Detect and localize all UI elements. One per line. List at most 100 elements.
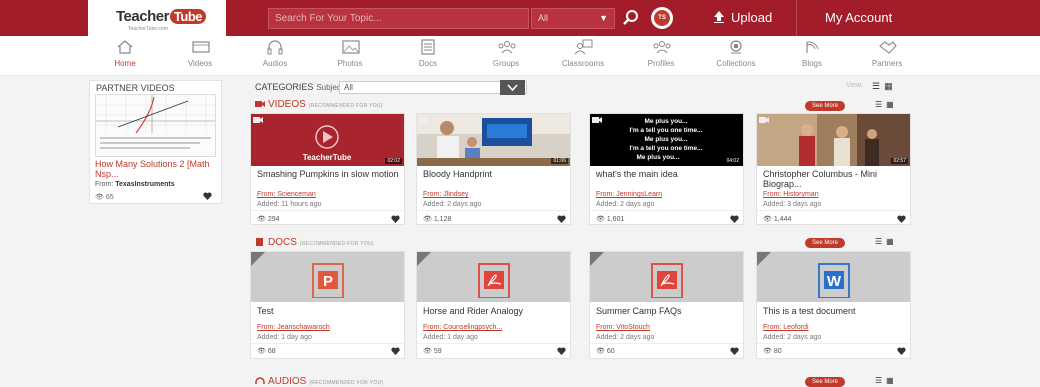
search-filter-select[interactable]: All ▼ (531, 8, 615, 29)
heart-icon[interactable] (730, 347, 739, 355)
word-letter: W (827, 273, 842, 290)
author-link[interactable]: From: Jeanschawaroch (257, 324, 330, 331)
video-thumbnail[interactable]: Me plus you... I'm a tell you one time..… (590, 114, 743, 166)
doc-thumbnail[interactable] (590, 252, 743, 302)
powerpoint-letter: P (323, 273, 333, 290)
doc-corner-tag (417, 252, 431, 266)
doc-card[interactable]: P Test From: Jeanschawaroch Added: 1 day… (250, 251, 405, 359)
card-divider (251, 210, 404, 211)
video-card[interactable]: TeacherTube 02:02 Smashing Pumpkins in s… (250, 113, 405, 225)
video-thumbnail[interactable]: 02:57 (757, 114, 910, 166)
doc-corner-tag (590, 252, 604, 266)
video-title[interactable]: what's the main idea (596, 169, 738, 179)
video-title[interactable]: Christopher Columbus - Mini Biograp... (763, 169, 905, 189)
classroom-photo (417, 114, 570, 166)
author-link[interactable]: From: VitoStouch (596, 324, 650, 331)
blogs-icon (806, 41, 819, 53)
nav-label: Classrooms (561, 59, 605, 68)
video-thumbnail[interactable]: 01:06 (417, 114, 570, 166)
subject-select[interactable]: All (339, 81, 527, 94)
doc-title[interactable]: This is a test document (763, 306, 856, 316)
docs-see-more-button[interactable]: See More (805, 238, 845, 248)
doc-thumbnail[interactable]: P (251, 252, 404, 302)
author-link[interactable]: From: Counselingpsych... (423, 324, 502, 331)
thumbnail-brand-text: TeacherTube (303, 153, 352, 162)
video-title[interactable]: Bloody Handprint (423, 169, 565, 179)
nav-classrooms[interactable]: Classrooms (553, 36, 613, 76)
view-count: 👁 1,601 (596, 216, 625, 223)
author-link[interactable]: From: Jlindsey (423, 191, 469, 198)
nav-photos[interactable]: Photos (320, 36, 380, 76)
search-icon[interactable] (622, 9, 640, 27)
doc-card[interactable]: Horse and Rider Analogy From: Counseling… (416, 251, 571, 359)
audios-see-more-button[interactable]: See More (805, 377, 845, 387)
nav-profiles[interactable]: Profiles (631, 36, 691, 76)
added-date: Added: 2 days ago (763, 334, 822, 341)
partner-video-title-link[interactable]: How Many Solutions 2 [Math Nsp... (95, 159, 217, 179)
audios-view-toggle[interactable]: ☰▦ (875, 376, 898, 385)
search-input[interactable]: Search For Your Topic... (268, 8, 529, 29)
heart-icon[interactable] (391, 215, 400, 223)
view-label: View: (846, 82, 863, 89)
upload-button[interactable]: Upload (713, 10, 772, 25)
videos-section-title: VIDEOS (RECOMMENDED FOR YOU) (255, 99, 383, 110)
nav-groups[interactable]: Groups (476, 36, 536, 76)
heart-icon[interactable] (897, 347, 906, 355)
logo-tube: Tube (169, 9, 207, 24)
video-camera-icon (419, 117, 429, 123)
doc-title[interactable]: Horse and Rider Analogy (423, 306, 523, 316)
video-thumbnail[interactable]: TeacherTube 02:02 (251, 114, 404, 166)
home-icon (117, 40, 133, 54)
doc-thumbnail[interactable] (417, 252, 570, 302)
logo[interactable]: Teacher Tube TeacherTube.com (88, 0, 226, 36)
nav-blogs[interactable]: Blogs (782, 36, 842, 76)
view-toggle[interactable]: ☰▦ (872, 81, 897, 92)
partner-video-thumbnail[interactable] (95, 94, 216, 157)
author-link[interactable]: From: JenningsLearn (596, 191, 662, 198)
videos-view-toggle[interactable]: ☰▦ (875, 100, 898, 109)
author-link[interactable]: From: Historyman (763, 191, 819, 198)
nav-home[interactable]: Home (95, 36, 155, 76)
doc-title[interactable]: Summer Camp FAQs (596, 306, 682, 316)
added-date: Added: 11 hours ago (257, 201, 322, 208)
subject-dropdown-button[interactable] (500, 80, 525, 95)
heart-icon[interactable] (203, 192, 212, 200)
duration-badge: 02:57 (891, 158, 908, 164)
recommended-label: (RECOMMENDED FOR YOU) (309, 380, 384, 386)
video-camera-icon (759, 117, 769, 123)
heart-icon[interactable] (557, 347, 566, 355)
upload-label: Upload (731, 10, 773, 25)
heart-icon[interactable] (897, 215, 906, 223)
video-card[interactable]: Me plus you... I'm a tell you one time..… (589, 113, 744, 225)
author-link[interactable]: From: Scienceman (257, 191, 316, 198)
heart-icon[interactable] (557, 215, 566, 223)
main-nav: Home Videos Audios Photos Docs Groups Cl… (0, 36, 1040, 76)
doc-card[interactable]: Summer Camp FAQs From: VitoStouch Added:… (589, 251, 744, 359)
nav-collections[interactable]: Collections (706, 36, 766, 76)
document-icon (256, 238, 263, 246)
nav-videos[interactable]: Videos (170, 36, 230, 76)
doc-corner-tag (757, 252, 771, 266)
from-value: TexasInstruments (115, 181, 175, 188)
video-card[interactable]: 01:06 Bloody Handprint From: Jlindsey Ad… (416, 113, 571, 225)
nav-label: Profiles (647, 59, 675, 68)
docs-view-toggle[interactable]: ☰▦ (875, 237, 898, 246)
view-count: 👁 80 (763, 348, 782, 355)
doc-title[interactable]: Test (257, 306, 274, 316)
heart-icon[interactable] (391, 347, 400, 355)
nav-partners[interactable]: Partners (857, 36, 917, 76)
video-card[interactable]: 02:57 Christopher Columbus - Mini Biogra… (756, 113, 911, 225)
my-account-link[interactable]: My Account (825, 10, 892, 25)
author-link[interactable]: From: Leofordi (763, 324, 809, 331)
added-date: Added: 2 days ago (596, 334, 655, 341)
heart-icon[interactable] (730, 215, 739, 223)
doc-thumbnail[interactable]: W (757, 252, 910, 302)
caret-down-icon: ▼ (599, 13, 608, 23)
nav-docs[interactable]: Docs (398, 36, 458, 76)
videos-see-more-button[interactable]: See More (805, 101, 845, 111)
video-title[interactable]: Smashing Pumpkins in slow motion (257, 169, 399, 179)
added-date: Added: 2 days ago (423, 201, 482, 208)
ts-badge-button[interactable]: TS (651, 7, 673, 29)
nav-audios[interactable]: Audios (245, 36, 305, 76)
doc-card[interactable]: W This is a test document From: Leofordi… (756, 251, 911, 359)
